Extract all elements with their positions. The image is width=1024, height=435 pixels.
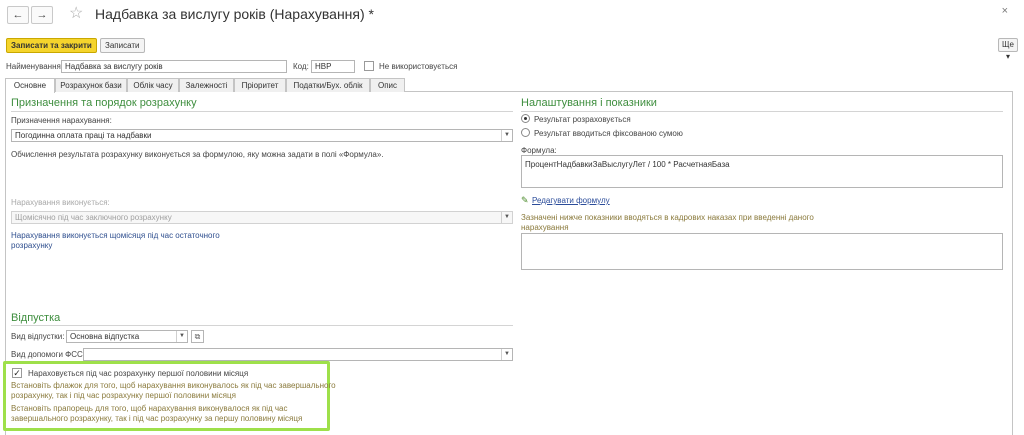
purpose-select[interactable]: Погодинна оплата праці та надбавки ▼ <box>11 129 513 142</box>
window-title: Надбавка за вислугу років (Нарахування) … <box>95 6 374 22</box>
performed-note-line2: розрахунку <box>11 241 53 250</box>
leave-divider <box>11 325 513 326</box>
checkmark-icon: ✓ <box>13 368 21 378</box>
hint2-line2: завершального розрахунку, так і під час … <box>11 414 303 423</box>
pencil-icon: ✎ <box>521 195 529 205</box>
tab-main[interactable]: Основне <box>5 78 55 93</box>
first-half-label: Нараховується під час розрахунку першої … <box>28 369 249 378</box>
indicators-table[interactable] <box>521 233 1003 270</box>
tab-description[interactable]: Опис <box>370 78 405 92</box>
formula-note: Обчислення результата розрахунку виконує… <box>11 150 384 159</box>
fss-label: Вид допомоги ФСС: <box>11 350 86 359</box>
tab-taxes-accounting[interactable]: Податки/Бух. облік <box>286 78 370 92</box>
radio-fixed-label: Результат вводиться фіксованою сумою <box>534 129 683 138</box>
purpose-section-title: Призначення та порядок розрахунку <box>11 97 197 109</box>
indicators-note-line1: Зазначені нижче показники вводяться в ка… <box>521 213 814 222</box>
settings-divider <box>521 111 1003 112</box>
code-label: Код: <box>293 62 309 71</box>
star-icon[interactable]: ☆ <box>69 3 83 23</box>
formula-label: Формула: <box>521 146 557 155</box>
close-icon[interactable]: × <box>1002 5 1008 17</box>
back-button[interactable]: ← <box>7 6 29 24</box>
name-label: Найменування: <box>6 62 64 71</box>
tab-time-accounting[interactable]: Облік часу <box>127 78 179 92</box>
leave-section-title: Відпустка <box>11 312 61 324</box>
leave-type-select[interactable]: Основна відпустка ▼ <box>66 330 188 343</box>
unused-label: Не використовується <box>379 62 458 71</box>
performed-note-line1: Нарахування виконується щомісяця під час… <box>11 231 220 240</box>
hint1-line2: розрахунку, так і під час розрахунку пер… <box>11 391 236 400</box>
chevron-down-icon[interactable]: ▼ <box>501 349 512 360</box>
hint2-line1: Встановіть прапорець для того, щоб нарах… <box>11 404 288 413</box>
arrow-right-icon: → <box>36 9 48 21</box>
leave-type-label: Вид відпустки: <box>11 332 65 341</box>
unused-checkbox[interactable] <box>364 61 374 71</box>
tab-dependencies[interactable]: Залежності <box>179 78 234 92</box>
name-field[interactable]: Надбавка за вислугу років <box>61 60 287 73</box>
first-half-checkbox[interactable]: ✓ <box>12 368 22 378</box>
edit-formula-link[interactable]: Редагувати формулу <box>532 196 610 205</box>
leave-type-value: Основна відпустка <box>70 332 140 341</box>
fss-select[interactable]: ▼ <box>83 348 513 361</box>
radio-calculated[interactable] <box>521 114 530 123</box>
performed-label: Нарахування виконується: <box>11 198 110 207</box>
arrow-left-icon: ← <box>12 9 24 21</box>
purpose-value: Погодинна оплата праці та надбавки <box>15 131 152 140</box>
chevron-down-icon[interactable]: ▼ <box>501 212 512 223</box>
forward-button[interactable]: → <box>31 6 53 24</box>
chevron-down-icon[interactable]: ▼ <box>176 331 187 342</box>
chevron-down-icon[interactable]: ▼ <box>501 130 512 141</box>
formula-textarea[interactable]: ПроцентНадбавкиЗаВыслугуЛет / 100 * Расч… <box>521 155 1003 188</box>
purpose-label: Призначення нарахування: <box>11 116 112 125</box>
save-and-close-button[interactable]: Записати та закрити <box>6 38 97 53</box>
hint1-line1: Встановіть флажок для того, щоб нарахува… <box>11 381 336 390</box>
open-icon[interactable]: ⧉ <box>191 330 204 343</box>
performed-value: Щомісячно під час заключного розрахунку <box>15 213 172 222</box>
radio-fixed[interactable] <box>521 128 530 137</box>
save-button[interactable]: Записати <box>100 38 145 53</box>
tab-base-calculation[interactable]: Розрахунок бази <box>55 78 127 92</box>
tab-priority[interactable]: Пріоритет <box>234 78 286 92</box>
radio-calculated-label: Результат розраховується <box>534 115 631 124</box>
performed-select[interactable]: Щомісячно під час заключного розрахунку … <box>11 211 513 224</box>
settings-section-title: Налаштування і показники <box>521 97 657 109</box>
more-button[interactable]: Ще ▾ <box>998 38 1018 61</box>
code-field[interactable]: НВР <box>311 60 355 73</box>
indicators-note-line2: нарахування <box>521 223 569 232</box>
purpose-divider <box>11 111 513 112</box>
